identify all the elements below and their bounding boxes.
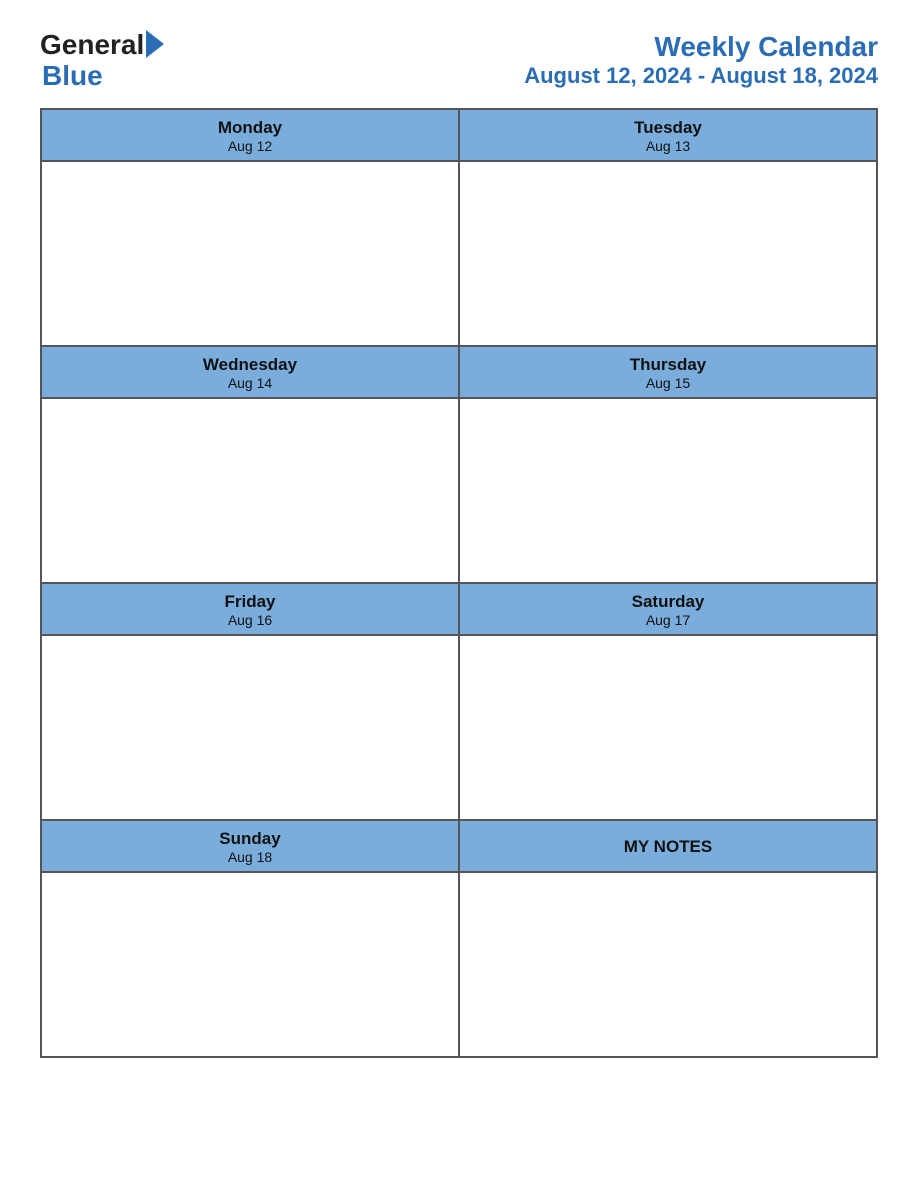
calendar-title-block: Weekly Calendar August 12, 2024 - August… — [524, 31, 878, 89]
sunday-header: Sunday Aug 18 — [41, 820, 459, 872]
calendar-date-range: August 12, 2024 - August 18, 2024 — [524, 63, 878, 89]
notes-label: MY NOTES — [624, 837, 712, 857]
saturday-body[interactable] — [459, 635, 877, 820]
row-4-bodies — [41, 872, 877, 1057]
logo-general-text: General — [40, 31, 144, 59]
logo-blue-text: Blue — [42, 62, 103, 90]
tuesday-name: Tuesday — [464, 118, 872, 138]
row-4-headers: Sunday Aug 18 MY NOTES — [41, 820, 877, 872]
row-1-headers: Monday Aug 12 Tuesday Aug 13 — [41, 109, 877, 161]
wednesday-body[interactable] — [41, 398, 459, 583]
saturday-date: Aug 17 — [464, 612, 872, 628]
friday-header: Friday Aug 16 — [41, 583, 459, 635]
monday-date: Aug 12 — [46, 138, 454, 154]
sunday-name: Sunday — [46, 829, 454, 849]
sunday-body[interactable] — [41, 872, 459, 1057]
notes-body[interactable] — [459, 872, 877, 1057]
thursday-date: Aug 15 — [464, 375, 872, 391]
wednesday-date: Aug 14 — [46, 375, 454, 391]
thursday-body[interactable] — [459, 398, 877, 583]
tuesday-header: Tuesday Aug 13 — [459, 109, 877, 161]
friday-body[interactable] — [41, 635, 459, 820]
friday-name: Friday — [46, 592, 454, 612]
monday-name: Monday — [46, 118, 454, 138]
logo: General Blue — [40, 30, 164, 90]
logo-arrow-icon — [146, 30, 164, 58]
row-2-headers: Wednesday Aug 14 Thursday Aug 15 — [41, 346, 877, 398]
calendar-grid: Monday Aug 12 Tuesday Aug 13 Wednesday A… — [40, 108, 878, 1058]
thursday-header: Thursday Aug 15 — [459, 346, 877, 398]
saturday-name: Saturday — [464, 592, 872, 612]
row-1-bodies — [41, 161, 877, 346]
page-header: General Blue Weekly Calendar August 12, … — [40, 30, 878, 90]
friday-date: Aug 16 — [46, 612, 454, 628]
row-2-bodies — [41, 398, 877, 583]
wednesday-header: Wednesday Aug 14 — [41, 346, 459, 398]
row-3-headers: Friday Aug 16 Saturday Aug 17 — [41, 583, 877, 635]
row-3-bodies — [41, 635, 877, 820]
calendar-title: Weekly Calendar — [524, 31, 878, 63]
thursday-name: Thursday — [464, 355, 872, 375]
tuesday-body[interactable] — [459, 161, 877, 346]
monday-body[interactable] — [41, 161, 459, 346]
notes-header: MY NOTES — [459, 820, 877, 872]
wednesday-name: Wednesday — [46, 355, 454, 375]
saturday-header: Saturday Aug 17 — [459, 583, 877, 635]
tuesday-date: Aug 13 — [464, 138, 872, 154]
monday-header: Monday Aug 12 — [41, 109, 459, 161]
sunday-date: Aug 18 — [46, 849, 454, 865]
